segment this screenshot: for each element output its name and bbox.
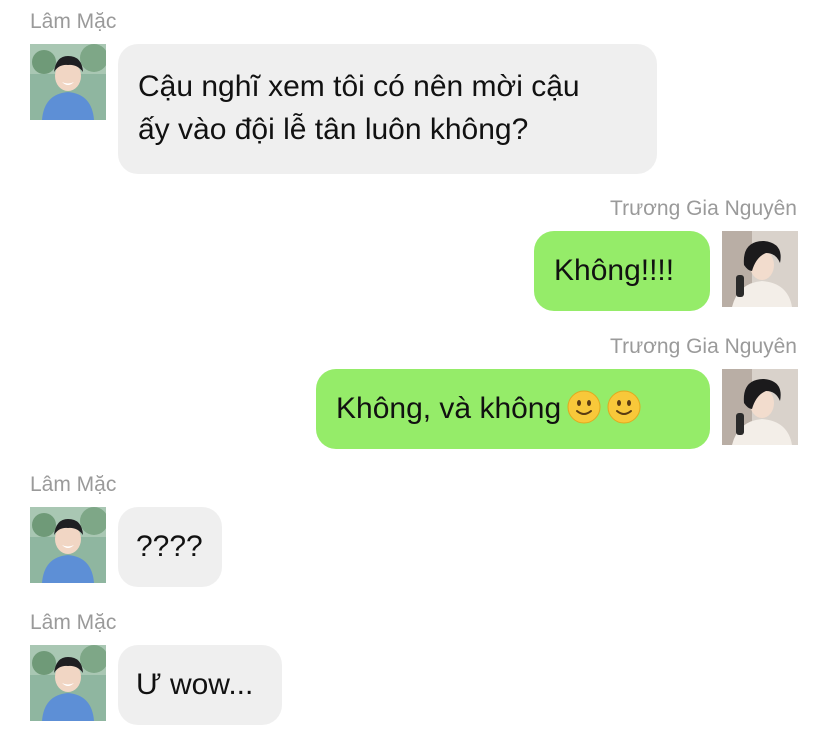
avatar-image (722, 369, 798, 445)
message-bubble[interactable]: Ư wow... (118, 645, 282, 725)
avatar-image (30, 645, 106, 721)
slightly-smiling-face-icon (567, 390, 601, 424)
message-text: ???? (136, 530, 203, 563)
message-bubble[interactable]: Cậu nghĩ xem tôi có nên mời cậu ấy vào đ… (118, 44, 657, 174)
avatar-lam-mac[interactable] (30, 507, 106, 583)
avatar-lam-mac[interactable] (30, 645, 106, 721)
message-bubble[interactable]: ???? (118, 507, 222, 587)
slightly-smiling-face-icon (607, 390, 641, 424)
sender-name: Trương Gia Nguyên (610, 197, 797, 220)
message-bubble[interactable]: Không!!!! (534, 231, 710, 311)
message-text: Cậu nghĩ xem tôi có nên mời cậu ấy vào đ… (138, 70, 580, 146)
message-text: Không, và không (336, 392, 562, 425)
avatar-truong-gia-nguyen[interactable] (722, 231, 798, 307)
message-bubble[interactable]: Không, và không (316, 369, 710, 449)
sender-name: Lâm Mặc (30, 10, 117, 33)
avatar-image (722, 231, 798, 307)
sender-name: Trương Gia Nguyên (610, 335, 797, 358)
avatar-lam-mac[interactable] (30, 44, 106, 120)
message-text: Không!!!! (554, 254, 675, 287)
sender-name: Lâm Mặc (30, 473, 117, 496)
message-text: Ư wow... (136, 668, 254, 701)
avatar-image (30, 507, 106, 583)
sender-name: Lâm Mặc (30, 611, 117, 634)
avatar-image (30, 44, 106, 120)
avatar-truong-gia-nguyen[interactable] (722, 369, 798, 445)
